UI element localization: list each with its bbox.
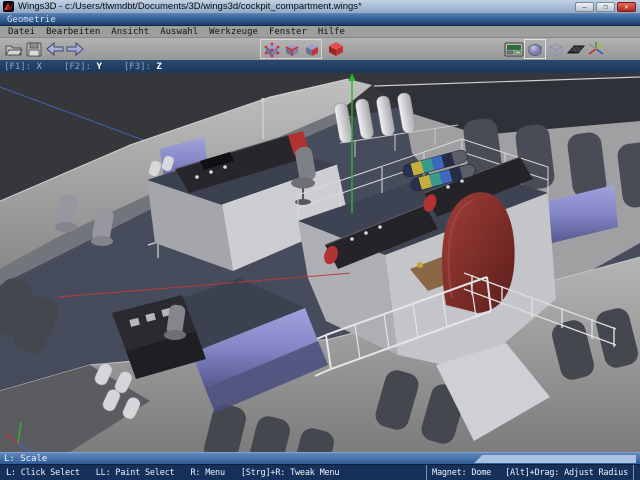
restore-button[interactable]: ❐ bbox=[596, 2, 615, 12]
hint-menu: R: Menu bbox=[190, 468, 224, 478]
axis-f2: [F2]: Y bbox=[64, 62, 102, 72]
geometry-window-header[interactable]: Geometrie bbox=[0, 14, 640, 26]
open-file-icon[interactable] bbox=[4, 40, 24, 58]
axis-constraint-bar: [F1]: X [F2]: Y [F3]: Z bbox=[0, 60, 640, 73]
viewport-3d-scene[interactable] bbox=[0, 73, 640, 452]
resize-grip[interactable] bbox=[320, 455, 636, 463]
shaded-view-icon[interactable] bbox=[524, 39, 546, 59]
axis-f3: [F3]: Z bbox=[124, 62, 162, 72]
selection-mode-group bbox=[260, 39, 322, 59]
show-axes-icon[interactable] bbox=[586, 40, 606, 58]
geometry-window-title: Geometrie bbox=[7, 15, 56, 25]
axis-f1: [F1]: X bbox=[4, 62, 42, 72]
magnet-hint: [Alt]+Drag: Adjust Radius bbox=[505, 468, 628, 478]
menu-auswahl[interactable]: Auswahl bbox=[160, 27, 198, 37]
menu-fenster[interactable]: Fenster bbox=[269, 27, 307, 37]
hint-click-select: L: Click Select bbox=[6, 468, 80, 478]
wings3d-window: Wings3D - c:/Users/tlwmdbt/Documents/3D/… bbox=[0, 0, 640, 480]
viewport[interactable] bbox=[0, 73, 640, 452]
status-bar: L: Click Select LL: Paint Select R: Menu… bbox=[0, 464, 640, 480]
command-info-text: L: Scale bbox=[4, 454, 320, 464]
menu-datei[interactable]: Datei bbox=[8, 27, 35, 37]
menu-bearbeiten[interactable]: Bearbeiten bbox=[46, 27, 100, 37]
body-mode-icon[interactable] bbox=[326, 40, 346, 58]
view-tools-group bbox=[504, 39, 606, 59]
wings3d-logo-icon bbox=[3, 1, 14, 12]
edge-mode-icon[interactable] bbox=[281, 40, 301, 58]
face-mode-icon[interactable] bbox=[301, 40, 321, 58]
ground-plane-icon[interactable] bbox=[566, 40, 586, 58]
save-file-icon[interactable] bbox=[24, 40, 44, 58]
toolbar bbox=[0, 38, 640, 60]
wireframe-view-icon[interactable] bbox=[546, 40, 566, 58]
menu-ansicht[interactable]: Ansicht bbox=[111, 27, 149, 37]
menu-hilfe[interactable]: Hilfe bbox=[318, 27, 345, 37]
magnet-mode: Magnet: Dome bbox=[432, 468, 491, 478]
hint-paint-select: LL: Paint Select bbox=[96, 468, 175, 478]
hint-tweak-menu: [Strg]+R: Tweak Menu bbox=[241, 468, 339, 478]
menu-werkzeuge[interactable]: Werkzeuge bbox=[209, 27, 258, 37]
magnet-info-box: Magnet: Dome [Alt]+Drag: Adjust Radius bbox=[426, 465, 634, 480]
menu-bar: Datei Bearbeiten Ansicht Auswahl Werkzeu… bbox=[0, 26, 640, 38]
undo-icon[interactable] bbox=[44, 40, 64, 58]
redo-icon[interactable] bbox=[64, 40, 84, 58]
title-bar[interactable]: Wings3D - c:/Users/tlwmdbt/Documents/3D/… bbox=[0, 0, 640, 14]
view-settings-icon[interactable] bbox=[504, 40, 524, 58]
close-button[interactable]: ✕ bbox=[617, 2, 636, 12]
window-title: Wings3D - c:/Users/tlwmdbt/Documents/3D/… bbox=[18, 1, 575, 12]
vertex-mode-icon[interactable] bbox=[261, 40, 281, 58]
command-info-bar: L: Scale bbox=[0, 452, 640, 464]
minimize-button[interactable]: — bbox=[575, 2, 594, 12]
